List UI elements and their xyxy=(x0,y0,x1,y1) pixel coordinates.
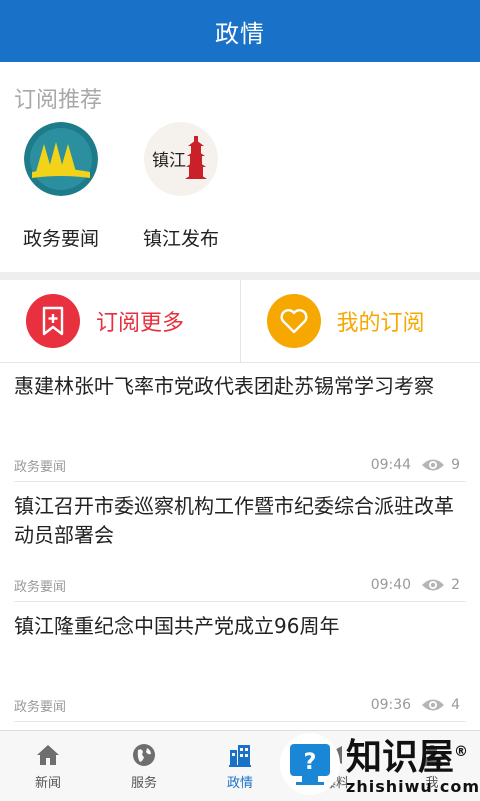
subscribe-more-label: 订阅更多 xyxy=(96,305,184,337)
svg-text:?: ? xyxy=(304,750,317,775)
news-meta: 政务要闻 09:44 9 xyxy=(14,455,460,475)
home-icon xyxy=(35,742,61,768)
recommend-label: 订阅推荐 xyxy=(14,82,102,114)
building-icon xyxy=(227,742,253,768)
eye-icon xyxy=(421,457,445,473)
heart-icon xyxy=(267,294,321,348)
my-subscription-label: 我的订阅 xyxy=(337,305,425,337)
recommend-item-label: 镇江发布 xyxy=(126,224,236,251)
tab-service[interactable]: 服务 xyxy=(96,731,192,801)
page-title: 政情 xyxy=(215,14,265,49)
tab-news[interactable]: 新闻 xyxy=(0,731,96,801)
news-headline: 镇江隆重纪念中国共产党成立96周年 xyxy=(14,612,466,641)
tab-label: 政情 xyxy=(227,772,253,791)
news-list: 惠建林张叶飞率市党政代表团赴苏锡常学习考察 政务要闻 09:44 9 镇江召开市… xyxy=(0,362,480,722)
watermark-title: 知识屋® xyxy=(346,733,480,777)
svg-text:镇江: 镇江 xyxy=(152,151,186,171)
news-meta: 政务要闻 09:36 4 xyxy=(14,695,460,715)
tab-label: 服务 xyxy=(131,772,157,791)
tab-label: 新闻 xyxy=(35,772,61,791)
news-headline: 镇江召开市委巡察机构工作暨市纪委综合派驻改革动员部署会 xyxy=(14,492,466,550)
recommend-item-zhenjiang[interactable]: 镇江 镇江发布 xyxy=(126,122,236,251)
watermark-subtitle: zhishiwu.com xyxy=(346,777,480,796)
news-views: 2 xyxy=(451,577,460,593)
news-headline: 惠建林张叶飞率市党政代表团赴苏锡常学习考察 xyxy=(14,372,466,401)
globe-icon xyxy=(131,742,157,768)
news-views: 9 xyxy=(451,457,460,473)
tab-politics[interactable]: 政情 xyxy=(192,731,288,801)
recommend-item-label: 政务要闻 xyxy=(6,224,116,251)
subscribe-actions: 订阅更多 我的订阅 xyxy=(0,280,480,363)
my-subscription-button[interactable]: 我的订阅 xyxy=(240,280,480,362)
watermark: ? 知识屋® zhishiwu.com xyxy=(280,728,480,800)
recommend-section: 订阅推荐 政务要闻 镇江 xyxy=(0,62,480,272)
top-bar: 政情 xyxy=(0,0,480,62)
recommend-item-zhengwu[interactable]: 政务要闻 xyxy=(6,122,116,251)
subscribe-more-button[interactable]: 订阅更多 xyxy=(0,280,240,362)
news-meta: 政务要闻 09:40 2 xyxy=(14,575,460,595)
news-item[interactable]: 镇江召开市委巡察机构工作暨市纪委综合派驻改革动员部署会 政务要闻 09:40 2 xyxy=(14,482,466,602)
eye-icon xyxy=(421,577,445,593)
bookmark-plus-icon xyxy=(26,294,80,348)
news-source: 政务要闻 xyxy=(14,576,371,595)
news-item[interactable]: 镇江隆重纪念中国共产党成立96周年 政务要闻 09:36 4 xyxy=(14,602,466,722)
news-source: 政务要闻 xyxy=(14,456,371,475)
zhengwu-yaowen-logo xyxy=(24,122,98,196)
zhenjiang-fabu-logo: 镇江 xyxy=(144,122,218,196)
news-time: 09:44 xyxy=(371,457,411,473)
eye-icon xyxy=(421,697,445,713)
news-time: 09:36 xyxy=(371,697,411,713)
news-source: 政务要闻 xyxy=(14,696,371,715)
news-time: 09:40 xyxy=(371,577,411,593)
news-item[interactable]: 惠建林张叶飞率市党政代表团赴苏锡常学习考察 政务要闻 09:44 9 xyxy=(14,362,466,482)
watermark-badge: ? xyxy=(280,733,340,795)
section-divider xyxy=(0,272,480,280)
news-views: 4 xyxy=(451,697,460,713)
